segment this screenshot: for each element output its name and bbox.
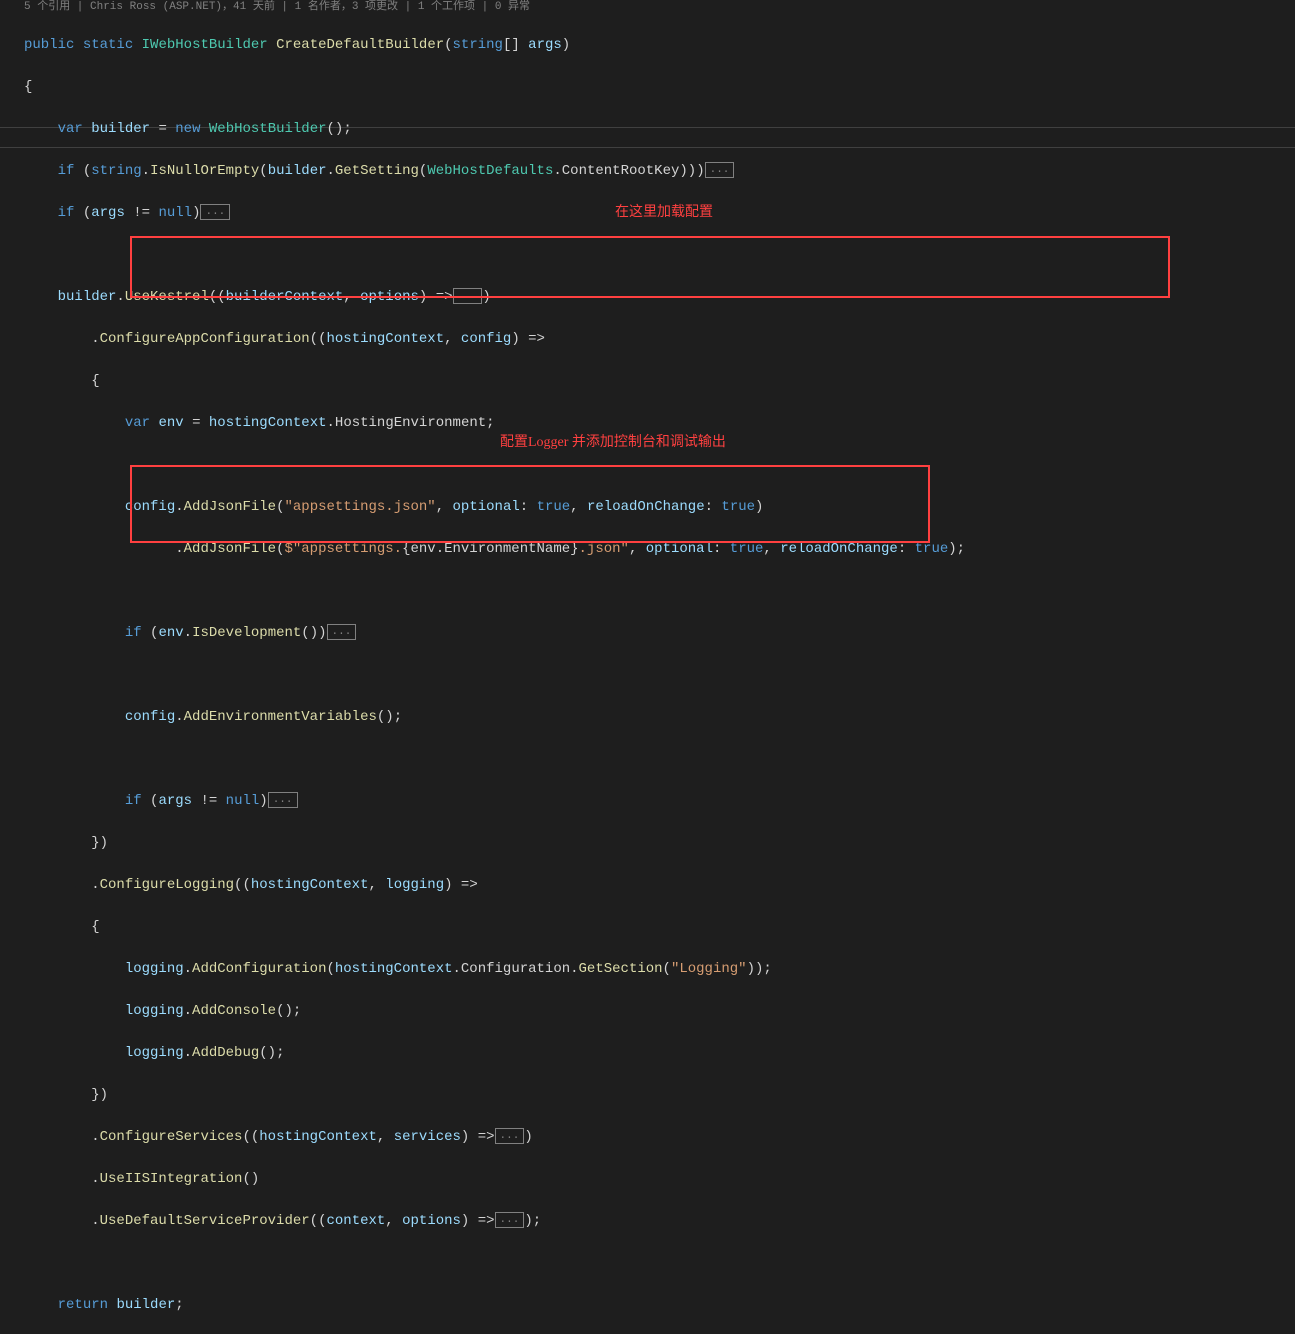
code-line[interactable]: .ConfigureServices((hostingContext, serv… [24, 1127, 1295, 1148]
string-literal: "appsettings.json" [284, 499, 435, 515]
code-line[interactable]: .UseDefaultServiceProvider((context, opt… [24, 1211, 1295, 1232]
param-args: args [528, 37, 562, 53]
folded-region[interactable]: ... [453, 288, 483, 304]
code-line[interactable] [24, 1253, 1295, 1274]
code-editor[interactable]: public static IWebHostBuilder CreateDefa… [0, 14, 1295, 1334]
code-line[interactable]: logging.AddDebug(); [24, 1043, 1295, 1064]
code-line[interactable]: if (env.IsDevelopment())... [24, 623, 1295, 644]
keyword-string: string [453, 37, 503, 53]
code-line[interactable]: logging.AddConsole(); [24, 1001, 1295, 1022]
code-line[interactable]: builder.UseKestrel((builderContext, opti… [24, 287, 1295, 308]
string-literal: "Logging" [671, 961, 747, 977]
keyword-public: public [24, 37, 74, 53]
code-line[interactable] [24, 455, 1295, 476]
code-line[interactable]: return builder; [24, 1295, 1295, 1316]
type-WebHostBuilder: WebHostBuilder [209, 121, 327, 137]
keyword-null: null [158, 205, 192, 221]
code-line[interactable]: .ConfigureLogging((hostingContext, loggi… [24, 875, 1295, 896]
keyword-var: var [58, 121, 83, 137]
code-line[interactable]: }) [24, 1085, 1295, 1106]
folded-region[interactable]: ... [327, 624, 357, 640]
code-line[interactable]: .UseIISIntegration() [24, 1169, 1295, 1190]
code-line[interactable]: if (args != null)... [24, 203, 1295, 224]
code-line[interactable]: .AddJsonFile($"appsettings.{env.Environm… [24, 539, 1295, 560]
folded-region[interactable]: ... [495, 1212, 525, 1228]
code-line[interactable] [24, 581, 1295, 602]
code-line[interactable]: config.AddJsonFile("appsettings.json", o… [24, 497, 1295, 518]
code-line[interactable]: var builder = new WebHostBuilder(); [24, 119, 1295, 140]
code-line[interactable]: }) [24, 833, 1295, 854]
code-line[interactable]: { [24, 917, 1295, 938]
code-line[interactable]: if (args != null)... [24, 791, 1295, 812]
folded-region[interactable]: ... [495, 1128, 525, 1144]
folded-region[interactable]: ... [200, 204, 230, 220]
keyword-new: new [175, 121, 200, 137]
method-CreateDefaultBuilder: CreateDefaultBuilder [276, 37, 444, 53]
folded-region[interactable]: ... [705, 162, 735, 178]
code-line[interactable]: { [24, 371, 1295, 392]
code-line[interactable]: config.AddEnvironmentVariables(); [24, 707, 1295, 728]
keyword-if: if [58, 163, 75, 179]
code-line[interactable]: var env = hostingContext.HostingEnvironm… [24, 413, 1295, 434]
code-line[interactable]: public static IWebHostBuilder CreateDefa… [24, 35, 1295, 56]
codelens-bar[interactable]: 5 个引用 | Chris Ross (ASP.NET)，41 天前 | 1 名… [0, 0, 1295, 14]
code-line[interactable] [24, 749, 1295, 770]
code-line[interactable]: logging.AddConfiguration(hostingContext.… [24, 959, 1295, 980]
folded-region[interactable]: ... [268, 792, 298, 808]
keyword-static: static [83, 37, 133, 53]
type-IWebHostBuilder: IWebHostBuilder [142, 37, 268, 53]
code-line[interactable] [24, 665, 1295, 686]
string-literal: $"appsettings. [284, 541, 402, 557]
code-line[interactable]: if (string.IsNullOrEmpty(builder.GetSett… [24, 161, 1295, 182]
code-line[interactable]: .ConfigureAppConfiguration((hostingConte… [24, 329, 1295, 350]
code-line[interactable] [24, 245, 1295, 266]
code-line[interactable]: { [24, 77, 1295, 98]
keyword-return: return [58, 1297, 108, 1313]
